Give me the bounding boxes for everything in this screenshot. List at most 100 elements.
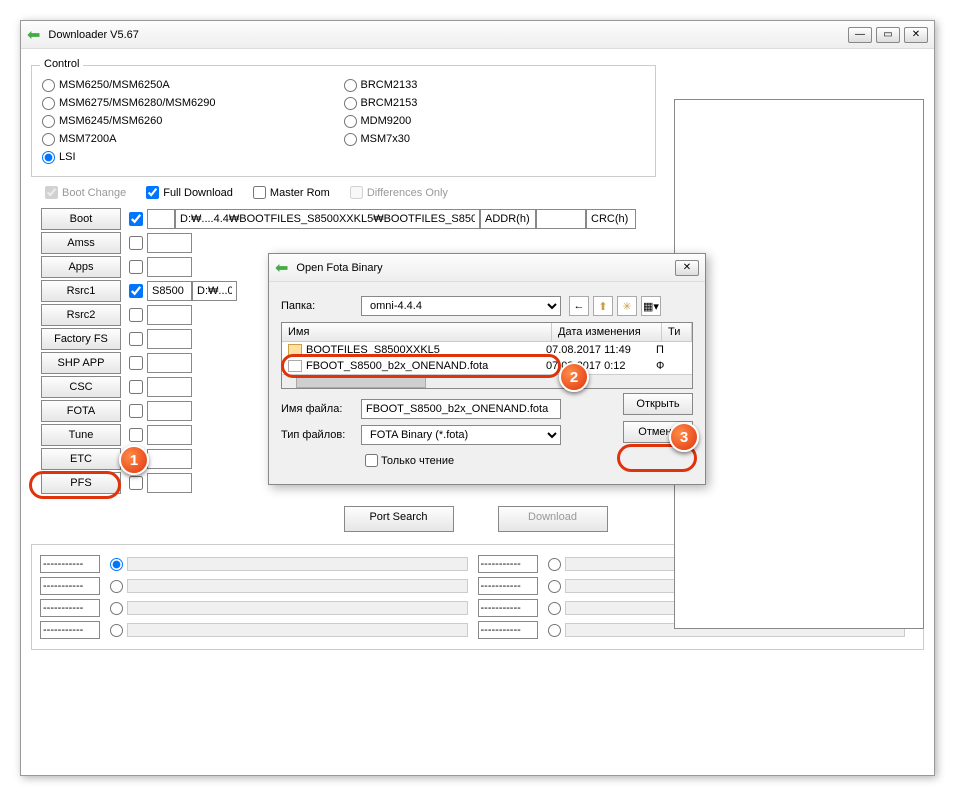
port-search-button[interactable]: Port Search bbox=[344, 506, 454, 532]
shp app-field[interactable] bbox=[147, 353, 192, 373]
apps-field[interactable] bbox=[147, 257, 192, 277]
nav-view-icon[interactable]: ▦▾ bbox=[641, 296, 661, 316]
log-panel bbox=[674, 99, 924, 629]
apps-button[interactable]: Apps bbox=[41, 256, 121, 278]
etc-field[interactable] bbox=[147, 449, 192, 469]
progress-radio-2[interactable] bbox=[110, 580, 123, 593]
crc-field[interactable] bbox=[586, 209, 636, 229]
boot-check[interactable] bbox=[129, 212, 143, 226]
maximize-button[interactable]: ▭ bbox=[876, 27, 900, 43]
boot-button[interactable]: Boot bbox=[41, 208, 121, 230]
master-rom-check[interactable]: Master Rom bbox=[249, 183, 330, 202]
factory fs-field[interactable] bbox=[147, 329, 192, 349]
radio-msm7x30[interactable]: MSM7x30 bbox=[344, 130, 646, 148]
radio-mdm9200[interactable]: MDM9200 bbox=[344, 112, 646, 130]
nav-new-folder-icon[interactable]: ✳ bbox=[617, 296, 637, 316]
shp app-check[interactable] bbox=[129, 356, 143, 370]
col-name[interactable]: Имя bbox=[282, 323, 552, 341]
radio-brcm2133[interactable]: BRCM2133 bbox=[344, 76, 646, 94]
readonly-label: Только чтение bbox=[381, 455, 454, 467]
fota-check[interactable] bbox=[129, 404, 143, 418]
progress-radio-0[interactable] bbox=[110, 558, 123, 571]
dialog-back-icon[interactable]: ⬅ bbox=[275, 258, 288, 278]
rsrc2-check[interactable] bbox=[129, 308, 143, 322]
factory fs-check[interactable] bbox=[129, 332, 143, 346]
progress-label-0 bbox=[40, 555, 100, 573]
rsrc1-path[interactable] bbox=[192, 281, 237, 301]
factory fs-button[interactable]: Factory FS bbox=[41, 328, 121, 350]
col-type[interactable]: Ти bbox=[662, 323, 692, 341]
progress-label-5 bbox=[478, 599, 538, 617]
radio-msm6245/msm6260[interactable]: MSM6245/MSM6260 bbox=[42, 112, 344, 130]
progress-slot-4 bbox=[40, 599, 478, 617]
amss-check[interactable] bbox=[129, 236, 143, 250]
boot-path[interactable] bbox=[175, 209, 480, 229]
highlight-fota bbox=[29, 471, 121, 499]
addr-field[interactable] bbox=[480, 209, 536, 229]
progress-bar-4 bbox=[127, 601, 468, 615]
csc-field[interactable] bbox=[147, 377, 192, 397]
progress-radio-3[interactable] bbox=[548, 580, 561, 593]
radio-msm6275/msm6280/msm6290[interactable]: MSM6275/MSM6280/MSM6290 bbox=[42, 94, 344, 112]
progress-radio-6[interactable] bbox=[110, 624, 123, 637]
nav-back-icon[interactable]: ← bbox=[569, 296, 589, 316]
callout-2: 2 bbox=[559, 362, 589, 392]
rsrc2-field[interactable] bbox=[147, 305, 192, 325]
amss-button[interactable]: Amss bbox=[41, 232, 121, 254]
pfs-field[interactable] bbox=[147, 473, 192, 493]
pfs-check[interactable] bbox=[129, 476, 143, 490]
filetype-label: Тип файлов: bbox=[281, 429, 361, 441]
readonly-check[interactable] bbox=[365, 454, 378, 467]
callout-1: 1 bbox=[119, 445, 149, 475]
csc-check[interactable] bbox=[129, 380, 143, 394]
apps-check[interactable] bbox=[129, 260, 143, 274]
radio-brcm2153[interactable]: BRCM2153 bbox=[344, 94, 646, 112]
boot-idx[interactable] bbox=[147, 209, 175, 229]
minimize-button[interactable]: — bbox=[848, 27, 872, 43]
tune-check[interactable] bbox=[129, 428, 143, 442]
titlebar: ⬅ Downloader V5.67 — ▭ ✕ bbox=[21, 21, 934, 49]
progress-slot-2 bbox=[40, 577, 478, 595]
col-date[interactable]: Дата изменения bbox=[552, 323, 662, 341]
close-button[interactable]: ✕ bbox=[904, 27, 928, 43]
rsrc2-button[interactable]: Rsrc2 bbox=[41, 304, 121, 326]
full-download-check[interactable]: Full Download bbox=[142, 183, 233, 202]
dialog-close-button[interactable]: ✕ bbox=[675, 260, 699, 276]
rsrc1-check[interactable] bbox=[129, 284, 143, 298]
fota-button[interactable]: FOTA bbox=[41, 400, 121, 422]
progress-radio-7[interactable] bbox=[548, 624, 561, 637]
progress-radio-1[interactable] bbox=[548, 558, 561, 571]
radio-msm6250/msm6250a[interactable]: MSM6250/MSM6250A bbox=[42, 76, 344, 94]
progress-radio-5[interactable] bbox=[548, 602, 561, 615]
fota-field[interactable] bbox=[147, 401, 192, 421]
etc-button[interactable]: ETC bbox=[41, 448, 121, 470]
nav-up-icon[interactable]: ⬆ bbox=[593, 296, 613, 316]
radio-msm7200a[interactable]: MSM7200A bbox=[42, 130, 344, 148]
download-button: Download bbox=[498, 506, 608, 532]
folder-label: Папка: bbox=[281, 300, 361, 312]
progress-radio-4[interactable] bbox=[110, 602, 123, 615]
amss-field[interactable] bbox=[147, 233, 192, 253]
open-button[interactable]: Открыть bbox=[623, 393, 693, 415]
csc-button[interactable]: CSC bbox=[41, 376, 121, 398]
rsrc1-button[interactable]: Rsrc1 bbox=[41, 280, 121, 302]
window-title: Downloader V5.67 bbox=[48, 29, 844, 41]
shp app-button[interactable]: SHP APP bbox=[41, 352, 121, 374]
rsrc1-model[interactable] bbox=[147, 281, 192, 301]
filename-input[interactable] bbox=[361, 399, 561, 419]
tune-button[interactable]: Tune bbox=[41, 424, 121, 446]
progress-bar-6 bbox=[127, 623, 468, 637]
progress-label-1 bbox=[478, 555, 538, 573]
open-file-dialog: ⬅ Open Fota Binary ✕ Папка: omni-4.4.4 ←… bbox=[268, 253, 706, 485]
progress-bar-0 bbox=[127, 557, 468, 571]
progress-label-4 bbox=[40, 599, 100, 617]
filetype-select[interactable]: FOTA Binary (*.fota) bbox=[361, 425, 561, 445]
radio-lsi[interactable]: LSI bbox=[42, 148, 344, 166]
highlight-file bbox=[281, 354, 561, 378]
crc-blank[interactable] bbox=[536, 209, 586, 229]
tune-field[interactable] bbox=[147, 425, 192, 445]
differences-check: Differences Only bbox=[346, 183, 448, 202]
folder-select[interactable]: omni-4.4.4 bbox=[361, 296, 561, 316]
back-arrow-icon[interactable]: ⬅ bbox=[27, 25, 40, 45]
control-group: Control MSM6250/MSM6250AMSM6275/MSM6280/… bbox=[31, 65, 656, 177]
